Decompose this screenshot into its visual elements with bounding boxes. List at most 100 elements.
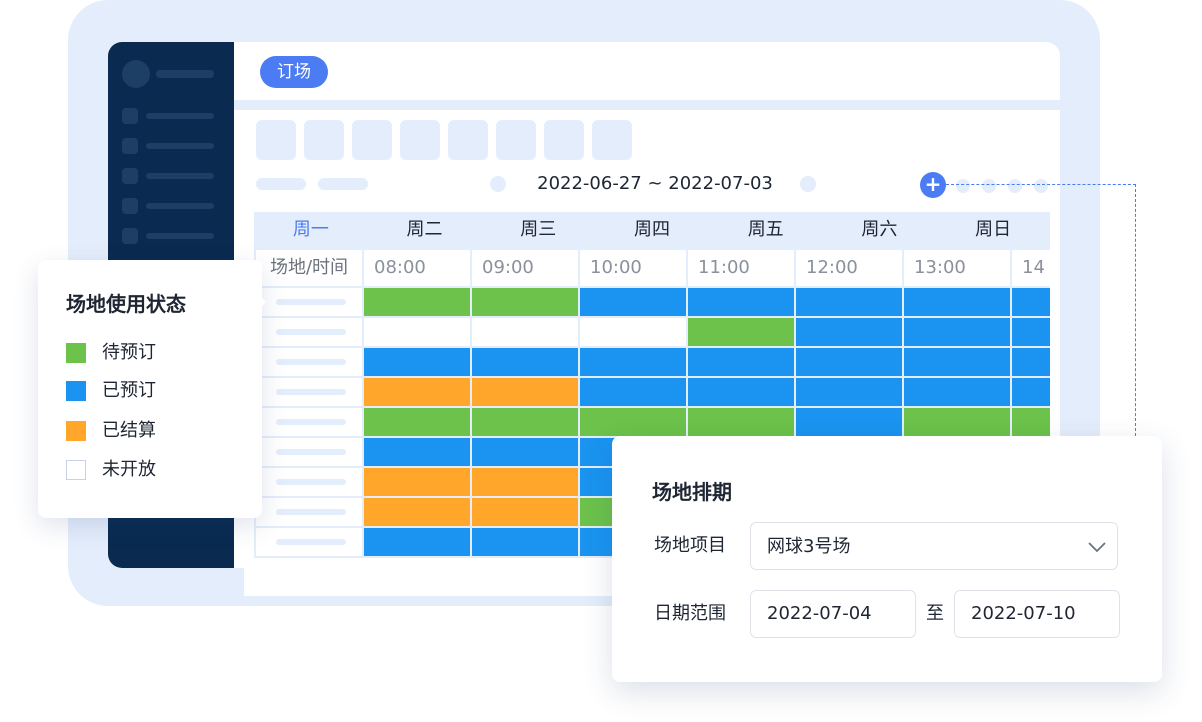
filter-placeholder[interactable] bbox=[496, 120, 536, 160]
slot-cell[interactable] bbox=[364, 408, 470, 436]
venue-label-placeholder bbox=[256, 378, 362, 406]
header-bar bbox=[234, 42, 1060, 100]
sidebar-item-icon bbox=[122, 198, 138, 214]
slot-cell[interactable] bbox=[1012, 378, 1050, 406]
time-slot-header: 10:00 bbox=[580, 250, 686, 286]
sidebar-item-icon bbox=[122, 228, 138, 244]
slot-cell[interactable] bbox=[904, 318, 1010, 346]
weekday-tab[interactable]: 周五 bbox=[709, 212, 823, 248]
filter-placeholder[interactable] bbox=[544, 120, 584, 160]
slot-cell[interactable] bbox=[580, 408, 686, 436]
legend-swatch bbox=[66, 421, 86, 441]
filter-placeholder[interactable] bbox=[256, 120, 296, 160]
slot-cell[interactable] bbox=[796, 348, 902, 376]
weekday-tab[interactable]: 周三 bbox=[481, 212, 595, 248]
weekday-header: 周一 周二 周三 周四 周五 周六 周日 bbox=[254, 212, 1050, 248]
venue-time-header: 场地/时间 bbox=[256, 250, 362, 286]
slot-cell[interactable] bbox=[904, 288, 1010, 316]
slot-cell[interactable] bbox=[796, 378, 902, 406]
slot-cell[interactable] bbox=[472, 348, 578, 376]
slot-cell[interactable] bbox=[688, 378, 794, 406]
next-week-dot[interactable] bbox=[800, 176, 816, 192]
slot-cell[interactable] bbox=[580, 348, 686, 376]
header-divider bbox=[234, 100, 1060, 110]
filter-placeholder[interactable] bbox=[352, 120, 392, 160]
venue-name-placeholder bbox=[276, 359, 346, 365]
slot-cell[interactable] bbox=[364, 348, 470, 376]
toolbar-dot[interactable] bbox=[982, 179, 996, 193]
toolbar-dot[interactable] bbox=[1034, 179, 1048, 193]
weekday-tab[interactable]: 周日 bbox=[936, 212, 1050, 248]
filter-placeholder[interactable] bbox=[592, 120, 632, 160]
slot-cell[interactable] bbox=[904, 408, 1010, 436]
slot-cell[interactable] bbox=[472, 378, 578, 406]
start-date-input[interactable]: 2022-07-04 bbox=[750, 590, 916, 638]
date-range: 2022-06-27 ~ 2022-07-03 bbox=[537, 173, 773, 194]
venue-label-placeholder bbox=[256, 288, 362, 316]
sidebar-item[interactable] bbox=[122, 168, 222, 184]
legend-label: 已预订 bbox=[102, 380, 156, 401]
tab-booking[interactable]: 订场 bbox=[260, 56, 328, 88]
weekday-tab[interactable]: 周四 bbox=[595, 212, 709, 248]
slot-cell[interactable] bbox=[688, 288, 794, 316]
slot-cell[interactable] bbox=[472, 468, 578, 496]
dialog-title: 场地排期 bbox=[652, 480, 732, 504]
sidebar-item-icon bbox=[122, 138, 138, 154]
slot-cell[interactable] bbox=[688, 318, 794, 346]
filter-placeholder[interactable] bbox=[304, 120, 344, 160]
toolbar-placeholder bbox=[318, 178, 368, 190]
slot-cell[interactable] bbox=[688, 348, 794, 376]
slot-cell[interactable] bbox=[364, 468, 470, 496]
venue-label-placeholder bbox=[256, 348, 362, 376]
slot-cell[interactable] bbox=[1012, 288, 1050, 316]
sidebar-item[interactable] bbox=[122, 228, 222, 244]
time-slot-header: 09:00 bbox=[472, 250, 578, 286]
slot-cell[interactable] bbox=[472, 288, 578, 316]
schedule-dialog: 场地排期 场地项目 网球3号场 日期范围 2022-07-04 至 2022-0… bbox=[612, 436, 1162, 682]
venue-name-placeholder bbox=[276, 449, 346, 455]
sidebar-item[interactable] bbox=[122, 138, 222, 154]
slot-cell[interactable] bbox=[364, 498, 470, 526]
slot-cell[interactable] bbox=[580, 288, 686, 316]
sidebar-item[interactable] bbox=[122, 108, 222, 124]
slot-cell[interactable] bbox=[364, 528, 470, 556]
prev-week-dot[interactable] bbox=[490, 176, 506, 192]
slot-cell[interactable] bbox=[796, 408, 902, 436]
weekday-tab[interactable]: 周六 bbox=[823, 212, 937, 248]
filter-placeholder[interactable] bbox=[448, 120, 488, 160]
weekday-tab[interactable]: 周二 bbox=[368, 212, 482, 248]
end-date-input[interactable]: 2022-07-10 bbox=[954, 590, 1120, 638]
slot-cell[interactable] bbox=[580, 318, 686, 346]
slot-cell[interactable] bbox=[364, 378, 470, 406]
venue-label-placeholder bbox=[256, 498, 362, 526]
slot-cell[interactable] bbox=[364, 438, 470, 466]
slot-cell[interactable] bbox=[364, 288, 470, 316]
slot-cell[interactable] bbox=[472, 498, 578, 526]
sidebar-item[interactable] bbox=[122, 198, 222, 214]
date-range-label: 日期范围 bbox=[654, 603, 726, 624]
venue-name-placeholder bbox=[276, 389, 346, 395]
slot-cell[interactable] bbox=[472, 438, 578, 466]
slot-cell[interactable] bbox=[904, 378, 1010, 406]
venue-label-placeholder bbox=[256, 408, 362, 436]
slot-cell[interactable] bbox=[364, 318, 470, 346]
weekday-tab[interactable]: 周一 bbox=[254, 212, 368, 248]
sidebar-item-label-placeholder bbox=[146, 233, 214, 239]
toolbar-dot[interactable] bbox=[1008, 179, 1022, 193]
slot-cell[interactable] bbox=[472, 408, 578, 436]
slot-cell[interactable] bbox=[1012, 408, 1050, 436]
slot-cell[interactable] bbox=[1012, 348, 1050, 376]
slot-cell[interactable] bbox=[688, 408, 794, 436]
slot-cell[interactable] bbox=[472, 318, 578, 346]
toolbar-dot[interactable] bbox=[956, 179, 970, 193]
add-icon[interactable]: + bbox=[920, 172, 946, 198]
slot-cell[interactable] bbox=[796, 318, 902, 346]
slot-cell[interactable] bbox=[1012, 318, 1050, 346]
slot-cell[interactable] bbox=[580, 378, 686, 406]
slot-cell[interactable] bbox=[904, 348, 1010, 376]
filter-placeholder[interactable] bbox=[400, 120, 440, 160]
slot-cell[interactable] bbox=[472, 528, 578, 556]
venue-select[interactable]: 网球3号场 bbox=[750, 522, 1118, 570]
schedule-row bbox=[254, 288, 1050, 318]
slot-cell[interactable] bbox=[796, 288, 902, 316]
